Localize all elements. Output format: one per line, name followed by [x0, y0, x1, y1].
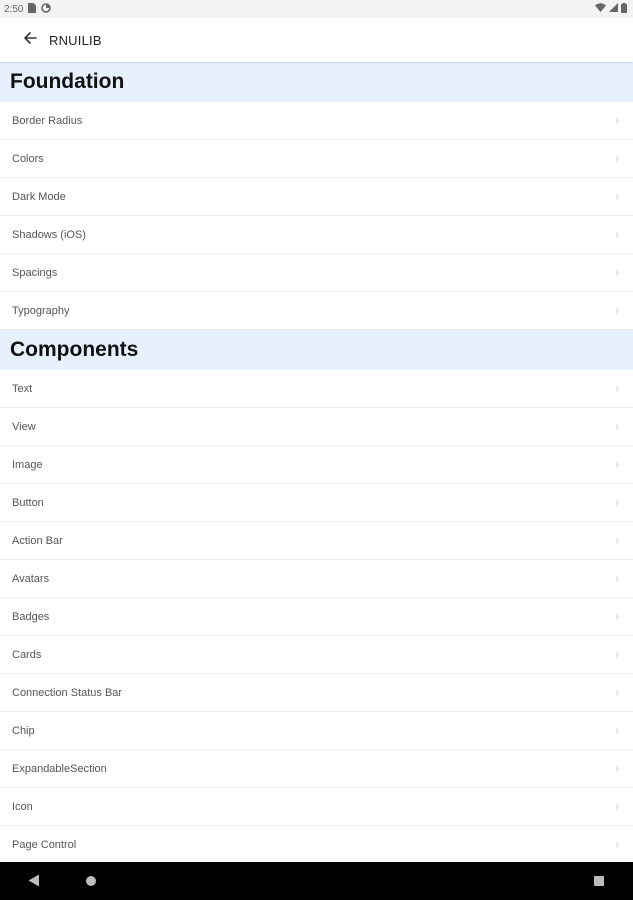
list-item-label: Typography — [12, 304, 70, 317]
wifi-icon — [595, 3, 606, 15]
list-item-label: Icon — [12, 800, 33, 813]
screen-list[interactable]: Foundation Border Radius › Colors › Dark M… — [0, 62, 633, 862]
section-header-foundation: Foundation — [0, 62, 633, 102]
list-item-label: Colors — [12, 152, 44, 165]
list-item-label: Shadows (iOS) — [12, 228, 86, 241]
data-saver-icon — [41, 2, 52, 16]
status-time: 2:50 — [4, 3, 24, 15]
list-item-label: Connection Status Bar — [12, 686, 123, 699]
list-item-expandable-section[interactable]: ExpandableSection › — [0, 750, 633, 788]
chevron-right-icon: › — [615, 152, 619, 165]
list-item-colors[interactable]: Colors › — [0, 140, 633, 178]
list-item-label: View — [12, 420, 36, 433]
chevron-right-icon: › — [615, 610, 619, 623]
chevron-right-icon: › — [615, 762, 619, 775]
list-item-page-control[interactable]: Page Control › — [0, 826, 633, 862]
chevron-right-icon: › — [615, 382, 619, 395]
chevron-right-icon: › — [615, 458, 619, 471]
list-item-label: Dark Mode — [12, 190, 66, 203]
chevron-right-icon: › — [615, 114, 619, 127]
chevron-right-icon: › — [615, 686, 619, 699]
list-item-border-radius[interactable]: Border Radius › — [0, 102, 633, 140]
status-left: 2:50 — [0, 2, 52, 16]
list-item-view[interactable]: View › — [0, 408, 633, 446]
list-item-spacings[interactable]: Spacings › — [0, 254, 633, 292]
chevron-right-icon: › — [615, 304, 619, 317]
arrow-left-icon — [23, 31, 37, 50]
sim-icon — [28, 2, 37, 16]
chevron-right-icon: › — [615, 420, 619, 433]
battery-icon — [621, 2, 627, 16]
back-triangle-icon[interactable] — [28, 874, 40, 892]
list-item-button[interactable]: Button › — [0, 484, 633, 522]
chevron-right-icon: › — [615, 572, 619, 585]
list-item-label: Image — [12, 458, 43, 471]
recents-square-icon[interactable] — [594, 876, 604, 886]
list-item-dark-mode[interactable]: Dark Mode › — [0, 178, 633, 216]
chevron-right-icon: › — [615, 724, 619, 737]
list-item-label: ExpandableSection — [12, 762, 107, 775]
list-item-label: Badges — [12, 610, 50, 623]
list-item-icon[interactable]: Icon › — [0, 788, 633, 826]
list-item-avatars[interactable]: Avatars › — [0, 560, 633, 598]
section-header-components: Components — [0, 330, 633, 370]
chevron-right-icon: › — [615, 190, 619, 203]
app-title: RNUILIB — [49, 32, 102, 48]
list-item-label: Button — [12, 496, 44, 509]
list-item-chip[interactable]: Chip › — [0, 712, 633, 750]
chevron-right-icon: › — [615, 496, 619, 509]
app-bar: RNUILIB — [0, 18, 633, 62]
chevron-right-icon: › — [615, 534, 619, 547]
status-bar: 2:50 — [0, 0, 633, 18]
list-item-label: Text — [12, 382, 33, 395]
list-item-connection-status-bar[interactable]: Connection Status Bar › — [0, 674, 633, 712]
list-item-image[interactable]: Image › — [0, 446, 633, 484]
list-item-cards[interactable]: Cards › — [0, 636, 633, 674]
list-item-badges[interactable]: Badges › — [0, 598, 633, 636]
list-item-label: Action Bar — [12, 534, 63, 547]
chevron-right-icon: › — [615, 800, 619, 813]
list-item-label: Avatars — [12, 572, 50, 585]
list-item-typography[interactable]: Typography › — [0, 292, 633, 330]
chevron-right-icon: › — [615, 228, 619, 241]
signal-icon — [609, 3, 618, 15]
list-item-text[interactable]: Text › — [0, 370, 633, 408]
back-button[interactable] — [18, 28, 42, 52]
home-circle-icon[interactable] — [86, 876, 96, 886]
chevron-right-icon: › — [615, 838, 619, 851]
list-item-action-bar[interactable]: Action Bar › — [0, 522, 633, 560]
list-item-label: Border Radius — [12, 114, 83, 127]
chevron-right-icon: › — [615, 266, 619, 279]
list-item-shadows-ios[interactable]: Shadows (iOS) › — [0, 216, 633, 254]
chevron-right-icon: › — [615, 648, 619, 661]
list-item-label: Cards — [12, 648, 42, 661]
system-nav-bar — [0, 862, 633, 900]
status-right — [595, 2, 633, 16]
list-item-label: Chip — [12, 724, 35, 737]
list-item-label: Spacings — [12, 266, 58, 279]
list-item-label: Page Control — [12, 838, 77, 851]
